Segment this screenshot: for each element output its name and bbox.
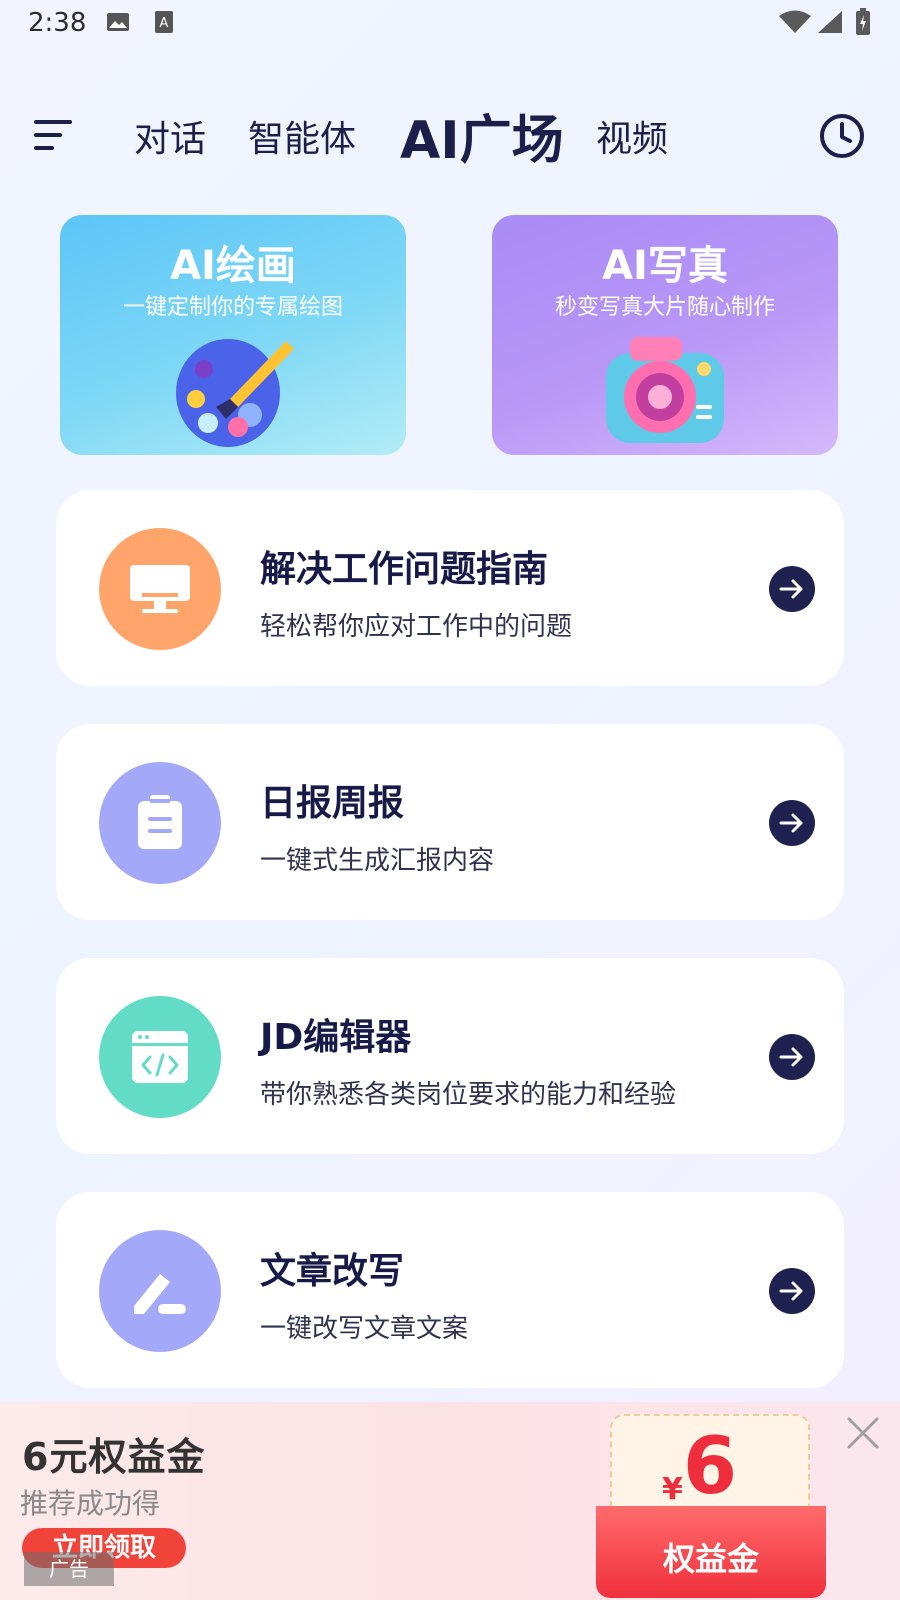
signal-icon [818, 11, 842, 33]
card-title: 日报周报 [260, 783, 405, 824]
banner-subtitle: 秒变写真大片随心制作 [554, 295, 775, 320]
banner-subtitle: 一键定制你的专属绘图 [122, 295, 343, 320]
text-notification-icon: A [155, 11, 173, 33]
tab-video[interactable]: 视频 [596, 110, 668, 162]
code-window-icon [99, 996, 221, 1118]
card-daily-report[interactable]: 日报周报 一键式生成汇报内容 [56, 724, 844, 920]
clipboard-icon [99, 762, 221, 884]
card-title: JD编辑器 [260, 1017, 412, 1058]
card-jd-editor[interactable]: JD编辑器 带你熟悉各类岗位要求的能力和经验 [56, 958, 844, 1154]
arrow-right-icon[interactable] [769, 800, 815, 846]
card-description: 带你熟悉各类岗位要求的能力和经验 [260, 1080, 677, 1110]
monitor-icon [99, 528, 221, 650]
pen-icon [99, 1230, 221, 1352]
status-bar: 2:38 A [0, 0, 900, 50]
banner-title: AI绘画 [170, 243, 296, 289]
battery-icon [856, 8, 870, 35]
voucher-label: 权益金 [662, 1540, 759, 1578]
arrow-right-icon[interactable] [769, 566, 815, 612]
clock-icon[interactable] [818, 112, 866, 160]
ai-portrait-banner[interactable]: AI写真 秒变写真大片随心制作 [492, 215, 838, 455]
close-icon[interactable] [846, 1416, 880, 1450]
camera-icon [606, 337, 724, 443]
arrow-right-icon[interactable] [769, 1034, 815, 1080]
card-title: 文章改写 [260, 1251, 405, 1292]
tab-ai-square[interactable]: AI广场 [400, 98, 564, 173]
arrow-right-icon[interactable] [769, 1268, 815, 1314]
ad-subtitle: 推荐成功得 [20, 1487, 161, 1520]
tab-chat[interactable]: 对话 [134, 110, 206, 162]
image-notification-icon [107, 13, 129, 31]
voucher-amount: 6 [682, 1422, 738, 1512]
card-title: 解决工作问题指南 [260, 549, 549, 590]
tab-agents[interactable]: 智能体 [248, 110, 356, 162]
card-description: 一键式生成汇报内容 [260, 846, 495, 876]
ad-title: 6元权益金 [22, 1435, 206, 1479]
svg-text:A: A [160, 16, 169, 31]
top-nav: 对话 智能体 AI广场 视频 [0, 90, 900, 180]
card-work-guide[interactable]: 解决工作问题指南 轻松帮你应对工作中的问题 [56, 490, 844, 686]
status-time: 2:38 [28, 8, 87, 38]
voucher-graphic: ¥ 6 权益金 [596, 1414, 826, 1598]
ai-painting-banner[interactable]: AI绘画 一键定制你的专属绘图 [60, 215, 406, 455]
card-article-rewrite[interactable]: 文章改写 一键改写文章文案 [56, 1192, 844, 1388]
card-description: 轻松帮你应对工作中的问题 [260, 612, 573, 642]
palette-icon [176, 339, 294, 447]
wifi-icon [779, 10, 811, 33]
ad-label: 广告 [24, 1552, 114, 1586]
banner-title: AI写真 [602, 243, 728, 289]
menu-icon[interactable] [30, 112, 76, 158]
card-description: 一键改写文章文案 [260, 1314, 469, 1344]
voucher-envelope: 权益金 [596, 1506, 826, 1598]
ad-banner[interactable]: 6元权益金 推荐成功得 立即领取 广告 ¥ 6 权益金 [0, 1402, 900, 1600]
